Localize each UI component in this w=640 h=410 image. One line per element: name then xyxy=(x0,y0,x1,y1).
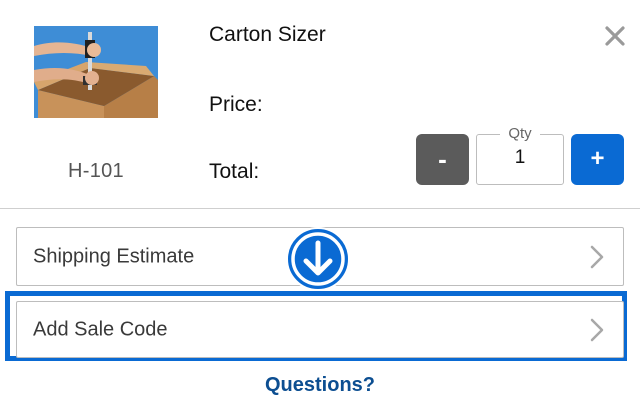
section-divider xyxy=(0,208,640,209)
qty-value[interactable]: 1 xyxy=(477,147,563,169)
product-sku: H-101 xyxy=(68,160,124,182)
qty-increment-button[interactable]: + xyxy=(571,134,624,185)
add-sale-code-label: Add Sale Code xyxy=(33,318,168,340)
qty-decrement-button[interactable]: - xyxy=(416,134,469,185)
product-title: Carton Sizer xyxy=(209,23,326,46)
questions-link[interactable]: Questions? xyxy=(0,374,640,397)
chevron-right-icon xyxy=(590,245,604,268)
product-image xyxy=(34,26,158,118)
close-button[interactable] xyxy=(599,20,631,52)
total-label: Total: xyxy=(209,160,260,183)
qty-label: Qty xyxy=(500,126,540,142)
qty-field[interactable]: Qty 1 xyxy=(476,126,564,185)
cart-item-panel: H-101 Carton Sizer Price: Total: - Qty 1… xyxy=(0,0,640,410)
shipping-estimate-label: Shipping Estimate xyxy=(33,245,195,267)
arrow-down-icon xyxy=(286,227,350,291)
price-label: Price: xyxy=(209,93,263,116)
carton-sizer-photo-icon xyxy=(34,26,158,118)
close-icon xyxy=(605,26,625,46)
chevron-right-icon xyxy=(590,318,604,341)
add-sale-code-row[interactable]: Add Sale Code xyxy=(16,301,624,358)
